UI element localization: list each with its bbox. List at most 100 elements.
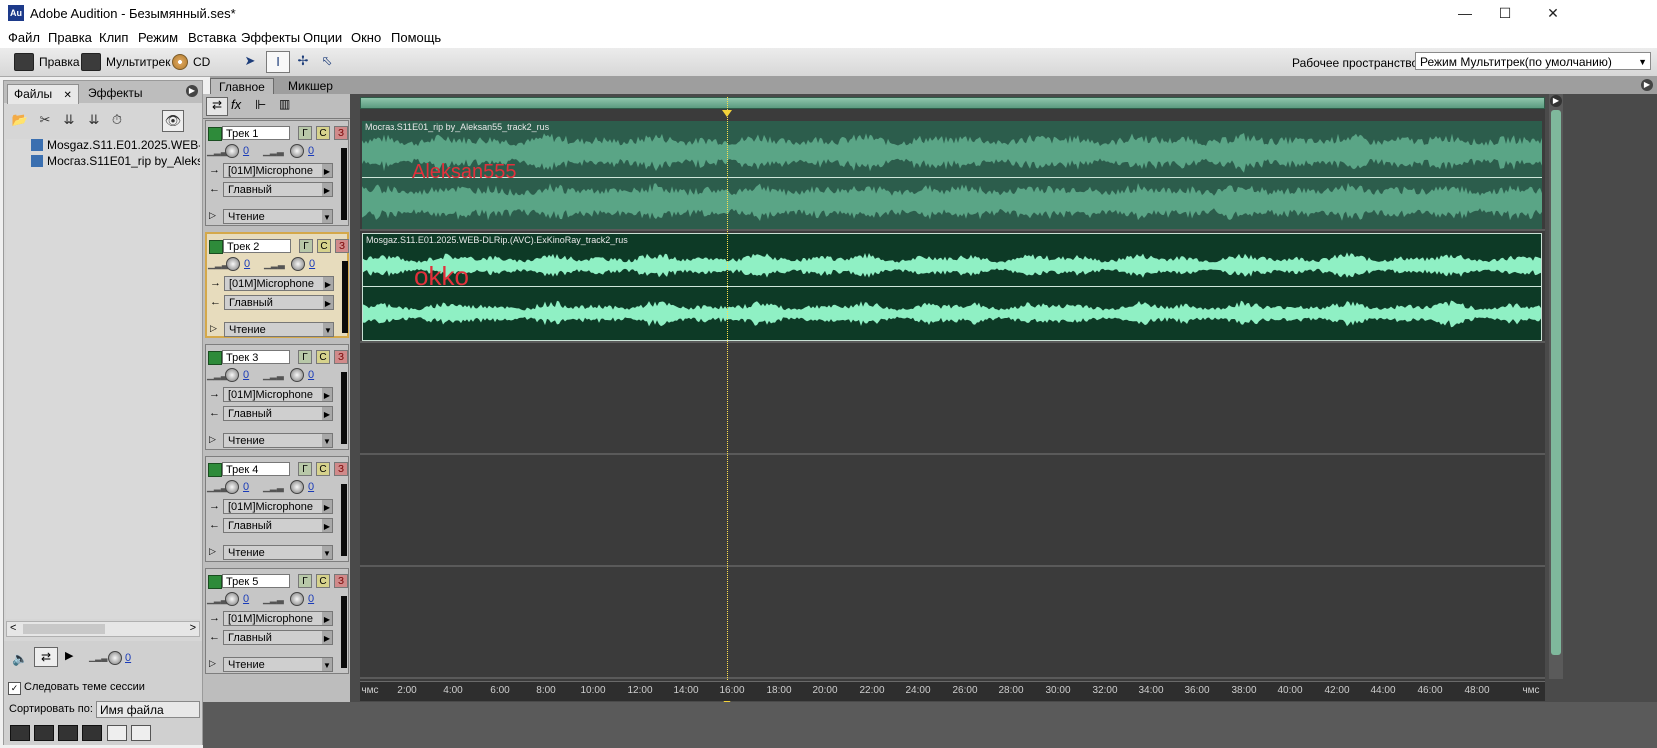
track-select-button[interactable] [209,240,223,254]
show-options-icon[interactable]: 👁 [162,110,184,132]
mute-button[interactable]: Г [298,126,312,140]
record-arm-button[interactable]: З [334,126,348,140]
open-file-icon[interactable]: 📂 [10,110,30,130]
record-arm-button[interactable]: З [334,350,348,364]
menu-help[interactable]: Помощь [391,30,441,45]
inputs-outputs-icon[interactable]: ⇄ [206,97,228,116]
scroll-left-icon[interactable]: < [10,622,16,634]
panel-menu-icon[interactable]: ▶ [1641,79,1653,91]
filter-video-icon[interactable] [58,725,78,741]
record-arm-button[interactable]: З [334,462,348,476]
menu-edit[interactable]: Правка [48,30,92,45]
cd-view-button[interactable]: CD [172,52,210,72]
sends-icon[interactable]: ⊩ [255,97,266,113]
automation-mode-select[interactable]: Чтение ▼ [224,322,334,337]
expand-icon[interactable]: ▷ [210,323,217,334]
volume-knob[interactable] [225,592,239,606]
track-header[interactable]: Трек 1 Г С З ▁▂▃ 0 ▁▂▃ 0 → [01M]Micropho… [205,120,349,226]
volume-knob[interactable] [226,257,240,271]
vertical-scroll-thumb[interactable] [1551,110,1561,655]
tab-files[interactable]: Файлы ✕ [7,84,79,104]
menu-file[interactable]: Файл [8,30,40,45]
playhead-line[interactable] [727,97,728,700]
eq-icon[interactable]: ▥ [279,97,290,111]
expand-icon[interactable]: ▷ [209,546,216,557]
vertical-scrollbar[interactable]: ▶ [1549,94,1563,679]
volume-value[interactable]: 0 [244,258,250,270]
filter-effects-icon[interactable] [107,725,127,741]
automation-mode-select[interactable]: Чтение ▼ [223,433,333,448]
menu-effects[interactable]: Эффекты [241,30,300,45]
volume-value[interactable]: 0 [243,593,249,605]
insert-cd-icon[interactable]: ⇊ [84,110,104,130]
menu-insert[interactable]: Вставка [188,30,236,45]
maximize-button[interactable]: ☐ [1482,0,1528,26]
loop-icon[interactable]: ⇄ [34,647,58,667]
play-icon[interactable]: ▶ [65,649,73,662]
volume-knob[interactable] [225,144,239,158]
volume-value[interactable]: 0 [243,369,249,381]
follow-theme-checkbox[interactable]: ✓ [8,682,21,695]
time-selection-tool-icon[interactable]: I [266,51,290,73]
close-tab-icon[interactable]: ✕ [63,90,71,101]
session-overview-bar[interactable] [360,97,1545,109]
input-select[interactable]: [01M]Microphone ▶ [224,276,334,291]
track-name[interactable]: Трек 3 [222,350,290,364]
autoplay-icon[interactable]: ⏱ [107,110,127,130]
output-select[interactable]: Главный ▶ [223,518,333,533]
menu-window[interactable]: Окно [351,30,381,45]
track-header[interactable]: Трек 2 Г С З ▁▂▃ 0 ▁▂▃ 0 → [01M]Micropho… [205,232,349,338]
filter-audio-icon[interactable] [10,725,30,741]
expand-icon[interactable]: ▷ [209,658,216,669]
track-name[interactable]: Трек 4 [222,462,290,476]
expand-icon[interactable]: ▷ [209,434,216,445]
track-header[interactable]: Трек 4 Г С З ▁▂▃ 0 ▁▂▃ 0 → [01M]Micropho… [205,456,349,562]
track-lane[interactable]: Мосгаз.S11E01_rip by_Aleksan55_track2_ru… [360,119,1545,231]
audio-clip[interactable]: Mosgaz.S11.E01.2025.WEB-DLRip.(AVC).ExKi… [362,233,1542,341]
output-select[interactable]: Главный ▶ [223,182,333,197]
time-ruler[interactable]: чмс 2:00 4:00 6:00 8:00 10:00 12:00 14:0… [360,681,1545,701]
scroll-right-icon[interactable]: > [190,622,196,634]
input-select[interactable]: [01M]Microphone ▶ [223,387,333,402]
expand-icon[interactable]: ▷ [209,210,216,221]
file-item[interactable]: Mosgaz.S11.E01.2025.WEB-DLRip.(AVC).ExKi… [31,139,200,153]
workspace-select[interactable]: Режим Мультитрек(по умолчанию) ▼ [1415,52,1651,70]
marquee-tool-icon[interactable]: ⬁ [316,51,338,71]
tab-effects[interactable]: Эффекты [82,84,149,103]
preview-volume-knob[interactable] [108,651,122,665]
solo-button[interactable]: С [317,239,331,253]
tab-mixer[interactable]: Микшер [280,78,341,94]
track-lane[interactable] [360,343,1545,455]
pan-knob[interactable] [291,257,305,271]
tab-main[interactable]: Главное [210,78,274,95]
panel-menu-icon[interactable]: ▶ [186,85,198,97]
output-select[interactable]: Главный ▶ [223,630,333,645]
record-arm-button[interactable]: З [335,239,349,253]
automation-mode-select[interactable]: Чтение ▼ [223,209,333,224]
automation-mode-select[interactable]: Чтение ▼ [223,545,333,560]
panel-menu-icon[interactable]: ▶ [1550,95,1562,107]
pan-value[interactable]: 0 [308,369,314,381]
pan-value[interactable]: 0 [308,145,314,157]
insert-multitrack-icon[interactable]: ⇊ [59,110,79,130]
menu-options[interactable]: Опции [303,30,342,45]
move-tool-icon[interactable]: ➤ [239,51,261,71]
volume-knob[interactable] [225,480,239,494]
input-select[interactable]: [01M]Microphone ▶ [223,611,333,626]
mute-button[interactable]: Г [298,350,312,364]
mute-button[interactable]: Г [298,462,312,476]
speaker-icon[interactable]: 🔈 [12,651,28,667]
close-button[interactable]: ✕ [1530,0,1576,26]
sort-select[interactable]: Имя файла [96,701,200,718]
input-select[interactable]: [01M]Microphone ▶ [223,163,333,178]
pan-value[interactable]: 0 [309,258,315,270]
effects-fx-icon[interactable]: fx [231,97,241,112]
timeline-area[interactable]: Мосгаз.S11E01_rip by_Aleksan55_track2_ru… [360,97,1545,681]
filter-midi-icon[interactable] [82,725,102,741]
pan-value[interactable]: 0 [308,481,314,493]
pan-knob[interactable] [290,144,304,158]
track-select-button[interactable] [208,463,222,477]
track-select-button[interactable] [208,575,222,589]
scroll-thumb[interactable] [23,624,105,634]
hybrid-tool-icon[interactable]: ✢ [292,51,314,71]
